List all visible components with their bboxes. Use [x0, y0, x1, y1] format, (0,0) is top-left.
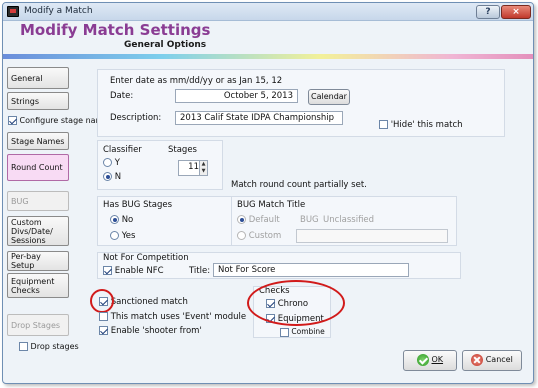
- window-title: Modify a Match: [24, 6, 93, 16]
- drop-stages-option[interactable]: Drop stages: [19, 342, 79, 351]
- bug-title-default-option[interactable]: Default: [237, 215, 280, 225]
- competition-label: Not For Competition: [103, 253, 189, 263]
- page-title: Modify Match Settings: [20, 21, 211, 39]
- sidebar-item-bug[interactable]: BUG: [7, 191, 69, 211]
- combine-checkbox[interactable]: [280, 327, 289, 337]
- bug-title-custom-radio[interactable]: [237, 231, 246, 240]
- classifier-no-option[interactable]: N: [103, 172, 121, 182]
- modify-match-window: Modify a Match ? × Modify Match Settings…: [2, 2, 534, 384]
- bug-title-bug-text: BUG: [300, 215, 319, 225]
- combine-option[interactable]: Combine: [280, 327, 325, 337]
- classifier-yes-label: Y: [114, 158, 120, 168]
- sidebar-item-label: Drop Stages: [11, 320, 61, 330]
- bug-yes-label: Yes: [121, 231, 136, 241]
- bug-title-default-radio[interactable]: [237, 215, 246, 224]
- bug-yes-option[interactable]: Yes: [110, 231, 135, 241]
- sidebar-item-label: Equipment Checks: [11, 276, 55, 295]
- sidebar-item-drop-stages[interactable]: Drop Stages: [7, 314, 69, 336]
- shooter-from-label: Enable 'shooter from': [110, 326, 202, 336]
- check-icon: [416, 353, 429, 366]
- page-subtitle: General Options: [124, 40, 207, 50]
- classifier-yes-radio[interactable]: [103, 158, 112, 167]
- combine-label: Combine: [291, 327, 325, 336]
- sidebar-item-label: Per-bay Setup: [11, 252, 41, 270]
- sidebar-item-label: Round Count: [11, 163, 63, 172]
- bug-title-unclassified-text: Unclassified: [323, 215, 375, 225]
- stages-value: 11: [188, 162, 199, 172]
- hide-match-label: 'Hide' this match: [390, 120, 463, 130]
- nfc-title-input[interactable]: Not For Score: [213, 263, 409, 277]
- header-divider: [3, 54, 533, 59]
- drop-stages-checkbox[interactable]: [19, 342, 28, 351]
- help-button[interactable]: ?: [476, 5, 500, 19]
- bug-stages-label: Has BUG Stages: [103, 200, 173, 210]
- sidebar-item-equipment-checks[interactable]: Equipment Checks: [7, 273, 69, 298]
- event-module-checkbox[interactable]: [99, 312, 108, 321]
- sidebar-item-per-bay-setup[interactable]: Per-bay Setup: [7, 251, 69, 271]
- highlight-circle: [90, 289, 114, 313]
- ok-label: OK: [431, 355, 444, 364]
- drop-stages-label: Drop stages: [30, 342, 79, 351]
- stages-label: Stages: [168, 145, 197, 155]
- shooter-from-option[interactable]: Enable 'shooter from': [99, 326, 202, 336]
- sidebar-item-stage-names[interactable]: Stage Names: [7, 132, 69, 150]
- sidebar-item-label: Strings: [11, 96, 40, 106]
- classifier-label: Classifier: [103, 145, 142, 155]
- event-module-label: This match uses 'Event' module: [110, 312, 247, 322]
- event-module-option[interactable]: This match uses 'Event' module: [99, 312, 246, 322]
- date-input[interactable]: October 5, 2013: [175, 89, 298, 103]
- header: Modify Match Settings General Options: [3, 21, 533, 55]
- bug-match-title-label: BUG Match Title: [237, 200, 306, 210]
- bug-title-custom-label: Custom: [248, 231, 282, 241]
- enable-nfc-checkbox[interactable]: [103, 266, 112, 275]
- bug-title-custom-input[interactable]: [296, 229, 448, 243]
- sidebar-item-general[interactable]: General: [7, 67, 69, 89]
- description-input[interactable]: 2013 Calif State IDPA Championship: [175, 111, 343, 125]
- sidebar-item-label: BUG: [11, 196, 29, 206]
- highlight-ellipse: [247, 280, 345, 326]
- cancel-icon: [471, 353, 484, 366]
- classifier-no-radio[interactable]: [103, 172, 112, 181]
- hide-match-option[interactable]: 'Hide' this match: [379, 120, 463, 130]
- close-button[interactable]: ×: [501, 5, 531, 19]
- sanctioned-label: Sanctioned match: [110, 297, 188, 307]
- sidebar-item-label: Custom Divs/Date/ Sessions: [11, 217, 53, 245]
- date-label: Date:: [110, 91, 134, 101]
- calendar-button[interactable]: Calendar: [308, 89, 350, 105]
- description-label: Description:: [110, 113, 162, 123]
- sidebar-item-label: Stage Names: [11, 136, 65, 146]
- enable-nfc-option[interactable]: Enable NFC: [103, 266, 164, 276]
- classifier-yes-option[interactable]: Y: [103, 158, 120, 168]
- shooter-from-checkbox[interactable]: [99, 326, 108, 335]
- date-hint: Enter date as mm/dd/yy or as Jan 15, 12: [110, 76, 283, 86]
- configure-stage-names-checkbox[interactable]: [8, 116, 17, 125]
- sidebar-item-label: General: [11, 73, 43, 83]
- bug-no-label: No: [121, 215, 134, 225]
- stages-spinner[interactable]: 11 ▲ ▼: [178, 160, 208, 176]
- enable-nfc-label: Enable NFC: [114, 266, 164, 276]
- bug-yes-radio[interactable]: [110, 231, 119, 240]
- round-count-status: Match round count partially set.: [231, 180, 367, 190]
- bug-no-option[interactable]: No: [110, 215, 133, 225]
- bug-title-default-label: Default: [248, 215, 280, 225]
- sidebar-item-round-count[interactable]: Round Count: [7, 154, 69, 181]
- spinner-arrows-icon[interactable]: ▲ ▼: [199, 161, 207, 175]
- title-bar: Modify a Match ? ×: [3, 3, 533, 21]
- nfc-title-label: Title:: [189, 266, 211, 276]
- bug-title-custom-option[interactable]: Custom: [237, 231, 281, 241]
- hide-match-checkbox[interactable]: [379, 120, 388, 129]
- app-icon: [7, 6, 19, 17]
- bug-no-radio[interactable]: [110, 215, 119, 224]
- sidebar-item-custom-divs[interactable]: Custom Divs/Date/ Sessions: [7, 216, 69, 246]
- cancel-label: Cancel: [485, 355, 513, 364]
- classifier-no-label: N: [114, 172, 122, 182]
- sidebar-item-strings[interactable]: Strings: [7, 92, 69, 110]
- cancel-button[interactable]: Cancel: [462, 350, 522, 371]
- ok-button[interactable]: OK: [403, 350, 457, 371]
